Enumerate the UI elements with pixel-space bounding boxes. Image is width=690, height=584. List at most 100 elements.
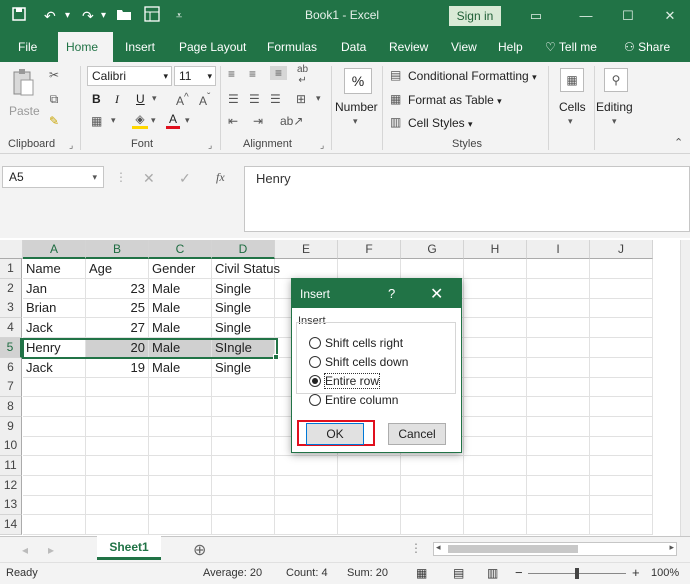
align-right-icon[interactable]: ☰ — [270, 92, 281, 106]
cell-c4[interactable]: Male — [149, 318, 212, 339]
cell-g11[interactable] — [401, 456, 464, 476]
cell-b12[interactable] — [86, 475, 149, 496]
cell-e14[interactable] — [275, 515, 338, 536]
cancel-entry-icon[interactable]: ✕ — [143, 170, 155, 187]
cell-styles-button[interactable]: Cell Styles ▾ — [408, 116, 473, 130]
cell-d13[interactable] — [212, 495, 275, 516]
zoom-in-icon[interactable]: + — [632, 565, 640, 580]
cell-c12[interactable] — [149, 475, 212, 496]
cell-h1[interactable] — [464, 259, 527, 279]
sheet-tab-sheet1[interactable]: Sheet1 — [97, 536, 161, 560]
cell-g14[interactable] — [401, 515, 464, 536]
horizontal-scrollbar[interactable]: ◂ ▸ — [433, 542, 677, 556]
row-header-7[interactable]: 7 — [0, 377, 22, 398]
column-header-e[interactable]: E — [275, 240, 338, 259]
font-name-select[interactable]: Calibri ▾ — [87, 66, 172, 86]
cell-c10[interactable] — [149, 436, 212, 457]
radio-entire-column[interactable]: Entire column — [309, 393, 398, 407]
normal-view-icon[interactable]: ▦ — [416, 566, 427, 580]
row-header-5[interactable]: 5 — [0, 337, 22, 358]
tab-data[interactable]: Data — [333, 32, 374, 62]
column-header-b[interactable]: B — [86, 240, 149, 259]
cell-a9[interactable] — [23, 416, 86, 437]
cell-h5[interactable] — [464, 337, 527, 358]
select-all-corner[interactable] — [0, 240, 23, 259]
cell-d12[interactable] — [212, 475, 275, 496]
column-header-g[interactable]: G — [401, 240, 464, 259]
scroll-thumb[interactable] — [448, 545, 578, 553]
column-header-f[interactable]: F — [338, 240, 401, 259]
name-box[interactable]: A5 ▾ — [2, 166, 104, 188]
cell-c9[interactable] — [149, 416, 212, 437]
chevron-down-icon[interactable]: ▾ — [353, 116, 358, 127]
dialog-close-icon[interactable]: ✕ — [430, 284, 443, 304]
row-header-10[interactable]: 10 — [0, 436, 22, 457]
cell-h13[interactable] — [464, 495, 527, 516]
maximize-icon[interactable]: ☐ — [618, 6, 638, 26]
tab-file[interactable]: File — [10, 32, 45, 62]
cell-c2[interactable]: Male — [149, 278, 212, 299]
cell-b6[interactable]: 19 — [86, 357, 149, 378]
cell-g12[interactable] — [401, 475, 464, 496]
confirm-entry-icon[interactable]: ✓ — [179, 170, 191, 187]
cell-j5[interactable] — [590, 337, 653, 358]
page-layout-view-icon[interactable]: ▤ — [453, 566, 464, 580]
add-sheet-icon[interactable]: ⊕ — [193, 540, 206, 560]
paste-button[interactable]: Paste — [9, 104, 40, 118]
column-header-h[interactable]: H — [464, 240, 527, 259]
next-sheet-icon[interactable]: ▸ — [48, 543, 54, 557]
save-icon[interactable] — [12, 6, 26, 26]
tab-review[interactable]: Review — [381, 32, 436, 62]
row-header-13[interactable]: 13 — [0, 495, 22, 516]
decrease-indent-icon[interactable]: ⇤ — [228, 114, 238, 128]
cell-e13[interactable] — [275, 495, 338, 516]
scroll-left-icon[interactable]: ◂ — [436, 542, 441, 553]
cell-i11[interactable] — [527, 456, 590, 476]
cell-h8[interactable] — [464, 396, 527, 417]
row-header-14[interactable]: 14 — [0, 515, 22, 536]
clipboard-launcher-icon[interactable]: ⌟ — [69, 140, 73, 151]
cell-d6[interactable]: Single — [212, 357, 275, 378]
increase-indent-icon[interactable]: ⇥ — [253, 114, 263, 128]
row-header-8[interactable]: 8 — [0, 396, 22, 417]
cell-d4[interactable]: Single — [212, 318, 275, 339]
cell-a11[interactable] — [23, 456, 86, 476]
chevron-down-icon[interactable]: ▾ — [612, 116, 617, 127]
cell-b10[interactable] — [86, 436, 149, 457]
cell-a12[interactable] — [23, 475, 86, 496]
tab-home[interactable]: Home — [58, 32, 113, 62]
undo-icon[interactable]: ↶ — [44, 6, 56, 26]
cell-j10[interactable] — [590, 436, 653, 457]
cell-i6[interactable] — [527, 357, 590, 378]
vertical-scrollbar[interactable] — [680, 240, 690, 536]
cell-i14[interactable] — [527, 515, 590, 536]
help-button[interactable]: ? — [388, 286, 395, 301]
column-header-j[interactable]: J — [590, 240, 653, 259]
cell-b1[interactable]: Age — [86, 259, 149, 279]
row-header-4[interactable]: 4 — [0, 318, 22, 339]
wrap-text-icon[interactable]: ab ↵ — [297, 64, 308, 86]
cell-b2[interactable]: 23 — [86, 278, 149, 299]
cell-h2[interactable] — [464, 278, 527, 299]
row-header-3[interactable]: 3 — [0, 298, 22, 319]
chevron-down-icon[interactable]: ▾ — [568, 116, 573, 127]
cell-j12[interactable] — [590, 475, 653, 496]
cell-f13[interactable] — [338, 495, 401, 516]
cell-e1[interactable] — [275, 259, 338, 279]
cell-c1[interactable]: Gender — [149, 259, 212, 279]
cell-b8[interactable] — [86, 396, 149, 417]
undo-dropdown-icon[interactable]: ▾ — [65, 6, 70, 26]
row-header-12[interactable]: 12 — [0, 475, 22, 496]
conditional-formatting-button[interactable]: Conditional Formatting ▾ — [408, 69, 537, 83]
ok-button[interactable]: OK — [306, 423, 364, 445]
font-launcher-icon[interactable]: ⌟ — [208, 140, 212, 151]
font-size-select[interactable]: 11 ▾ — [174, 66, 216, 86]
zoom-level[interactable]: 100% — [651, 567, 679, 579]
tab-formulas[interactable]: Formulas — [259, 32, 325, 62]
paste-icon[interactable] — [10, 68, 36, 100]
share-button[interactable]: ⚇ Share — [616, 32, 678, 62]
cell-i2[interactable] — [527, 278, 590, 299]
cell-d2[interactable]: Single — [212, 278, 275, 299]
cell-i1[interactable] — [527, 259, 590, 279]
cell-g1[interactable] — [401, 259, 464, 279]
